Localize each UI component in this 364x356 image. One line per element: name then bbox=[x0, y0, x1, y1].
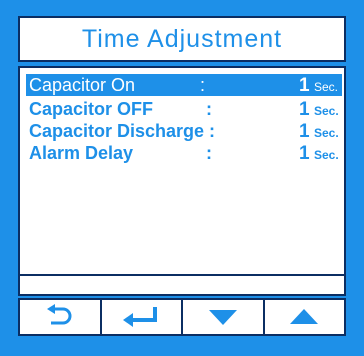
back-arrow-icon bbox=[46, 304, 72, 325]
enter-icon bbox=[123, 307, 158, 327]
up-triangle-icon bbox=[290, 309, 319, 324]
title-bar: Time Adjustment bbox=[18, 16, 346, 62]
row-label: Capacitor OFF bbox=[29, 99, 154, 119]
row-label: Capacitor On bbox=[29, 75, 136, 95]
row-unit: Sec. bbox=[314, 80, 339, 94]
row-unit: Sec. bbox=[314, 104, 339, 118]
row-colon: : bbox=[206, 99, 212, 119]
row-unit: Sec. bbox=[314, 148, 339, 162]
button-bar bbox=[18, 298, 346, 336]
list-item-capacitor-off[interactable]: Capacitor OFF : 1 Sec. bbox=[26, 98, 342, 120]
list-divider bbox=[20, 274, 344, 276]
device-screen-frame: Time Adjustment Capacitor On : 1 Sec. Ca… bbox=[0, 0, 364, 356]
list-item-capacitor-on[interactable]: Capacitor On : 1 Sec. bbox=[26, 74, 342, 96]
row-label: Capacitor Discharge : bbox=[29, 121, 216, 141]
page-title: Time Adjustment bbox=[81, 24, 283, 53]
row-value: 1 bbox=[299, 143, 310, 164]
row-unit: Sec. bbox=[314, 126, 339, 140]
down-triangle-icon bbox=[208, 310, 237, 325]
list-item-alarm-delay[interactable]: Alarm Delay : 1 Sec. bbox=[26, 142, 342, 164]
row-label: Alarm Delay bbox=[29, 143, 134, 163]
row-colon: : bbox=[206, 143, 212, 163]
enter-button[interactable] bbox=[99, 298, 183, 336]
back-button[interactable] bbox=[18, 298, 102, 336]
down-button[interactable] bbox=[181, 298, 265, 336]
row-value: 1 bbox=[299, 75, 310, 96]
row-colon: : bbox=[200, 75, 206, 95]
list-item-capacitor-discharge[interactable]: Capacitor Discharge : 1 Sec. bbox=[26, 120, 342, 142]
settings-list: Capacitor On : 1 Sec. Capacitor OFF : 1 … bbox=[18, 66, 346, 296]
row-value: 1 bbox=[299, 121, 310, 142]
row-value: 1 bbox=[299, 99, 310, 120]
up-button[interactable] bbox=[262, 298, 346, 336]
